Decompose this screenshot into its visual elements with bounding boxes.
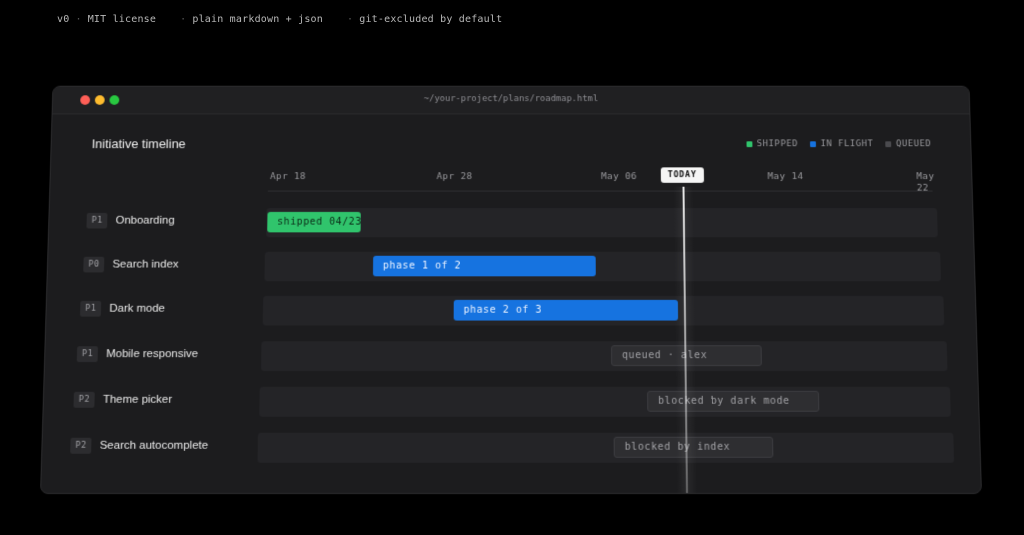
legend-label: SHIPPED [756, 139, 799, 150]
axis-tick: May 22 [916, 171, 935, 194]
header-caption: v0 · MIT license · plain markdown + json · git… [57, 14, 502, 25]
row-label: P1 Dark mode [80, 300, 166, 317]
queued-swatch [885, 141, 892, 148]
row-track: blocked by dark mode [259, 386, 951, 417]
legend-item-in-flight: IN FLIGHT [809, 139, 874, 150]
initiative-name: Theme picker [102, 393, 173, 406]
row-label: P1 Onboarding [86, 212, 175, 229]
row-track: phase 2 of 3 [262, 295, 945, 326]
timeline-row-dark-mode[interactable]: P1 Dark mode phase 2 of 3 [46, 295, 976, 326]
git-text: git-excluded by default [359, 14, 503, 25]
row-label: P0 Search index [83, 256, 179, 273]
timeline-row-search-autocomplete[interactable]: P2 Search autocomplete blocked by index [42, 432, 980, 463]
separator-dot: · [75, 14, 82, 25]
legend-label: QUEUED [895, 139, 932, 150]
priority-badge: P1 [86, 212, 108, 229]
version-text: v0 [57, 14, 70, 25]
row-track: blocked by index [257, 432, 955, 463]
browser-window: ~/your-project/plans/roadmap.html Initia… [40, 85, 982, 495]
timeline-row-theme-picker[interactable]: P2 Theme picker blocked by dark mode [43, 386, 978, 417]
today-marker: TODAY [660, 167, 704, 183]
initiative-name: Onboarding [115, 214, 175, 227]
row-label: P1 Mobile responsive [76, 346, 199, 363]
timeline-row-mobile-responsive[interactable]: P1 Mobile responsive queued · alex [45, 341, 978, 371]
shipped-swatch [746, 141, 753, 148]
timeline-row-onboarding[interactable]: P1 Onboarding shipped 04/23 [49, 208, 973, 238]
row-track: queued · alex [261, 341, 948, 371]
window-stage: ~/your-project/plans/roadmap.html Initia… [40, 78, 982, 495]
priority-badge: P0 [83, 256, 105, 273]
priority-badge: P2 [70, 437, 92, 454]
priority-badge: P2 [73, 391, 96, 408]
page-title: Initiative timeline [91, 136, 186, 151]
axis-tick: May 06 [601, 171, 638, 182]
initiative-name: Search autocomplete [99, 439, 209, 452]
row-track: phase 1 of 2 [264, 251, 941, 282]
status-bar-in-flight[interactable]: phase 1 of 2 [372, 255, 596, 277]
row-label: P2 Theme picker [73, 391, 173, 408]
status-bar-shipped[interactable]: shipped 04/23 [267, 211, 362, 233]
timeline-row-search-index[interactable]: P0 Search index phase 1 of 2 [47, 251, 974, 282]
status-bar-in-flight[interactable]: phase 2 of 3 [453, 299, 679, 321]
axis-tick: Apr 18 [269, 171, 307, 182]
status-bar-queued[interactable]: blocked by dark mode [647, 390, 820, 412]
row-label: P2 Search autocomplete [70, 437, 209, 454]
separator-dot: · [180, 14, 187, 25]
separator-dot: · [347, 14, 354, 25]
legend: SHIPPED IN FLIGHT QUEUED [746, 139, 931, 149]
row-track: shipped 04/23 [266, 208, 938, 238]
priority-badge: P1 [76, 346, 99, 363]
axis-tick: Apr 28 [436, 171, 473, 182]
axis-tick: May 14 [767, 171, 804, 182]
legend-item-queued: QUEUED [885, 139, 931, 149]
legend-item-shipped: SHIPPED [746, 139, 798, 149]
priority-badge: P1 [80, 300, 102, 317]
title-bar: ~/your-project/plans/roadmap.html [52, 86, 970, 115]
date-axis: Apr 18 Apr 28 May 06 May 14 May 22 [267, 169, 935, 194]
legend-label: IN FLIGHT [820, 139, 874, 150]
initiative-name: Search index [112, 258, 179, 271]
file-path: ~/your-project/plans/roadmap.html [423, 94, 599, 104]
in-flight-swatch [809, 141, 816, 148]
initiative-name: Dark mode [109, 302, 166, 315]
format-text: plain markdown + json [192, 14, 323, 25]
initiative-name: Mobile responsive [105, 348, 199, 361]
license-text: MIT license [87, 14, 157, 25]
